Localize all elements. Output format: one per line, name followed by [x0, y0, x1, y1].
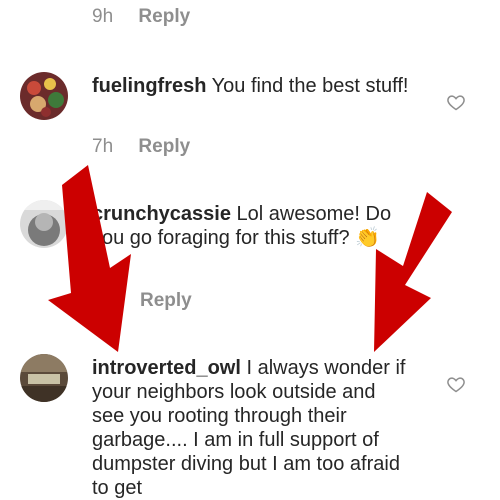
comment-meta: 9h Reply [92, 6, 190, 28]
heart-outline-icon[interactable] [446, 374, 466, 394]
avatar[interactable] [20, 354, 68, 402]
comment-meta: 7h Reply [92, 136, 190, 158]
reply-button[interactable]: Reply [140, 290, 192, 311]
comment-body: fuelingfresh You find the best stuff! [92, 74, 422, 98]
reply-button[interactable]: Reply [138, 136, 190, 157]
clapping-hands-emoji: 👏 [355, 227, 381, 249]
heart-outline-icon[interactable] [446, 92, 466, 112]
comment-meta: Reply [140, 290, 192, 312]
avatar[interactable] [20, 72, 68, 120]
red-arrow-left [48, 165, 131, 352]
comment-body: crunchycassie Lol awesome! Do you go for… [92, 202, 402, 250]
comment-username[interactable]: fuelingfresh [92, 75, 206, 97]
comment-time: 9h [92, 6, 114, 27]
comment-body: introverted_owl I always wonder if your … [92, 356, 412, 500]
comment-username[interactable]: introverted_owl [92, 357, 241, 379]
reply-button[interactable]: Reply [138, 6, 190, 27]
avatar[interactable] [20, 200, 68, 248]
comment-username[interactable]: crunchycassie [92, 203, 231, 225]
comment-text: You find the best stuff! [211, 75, 409, 97]
comment-time: 7h [92, 136, 114, 157]
